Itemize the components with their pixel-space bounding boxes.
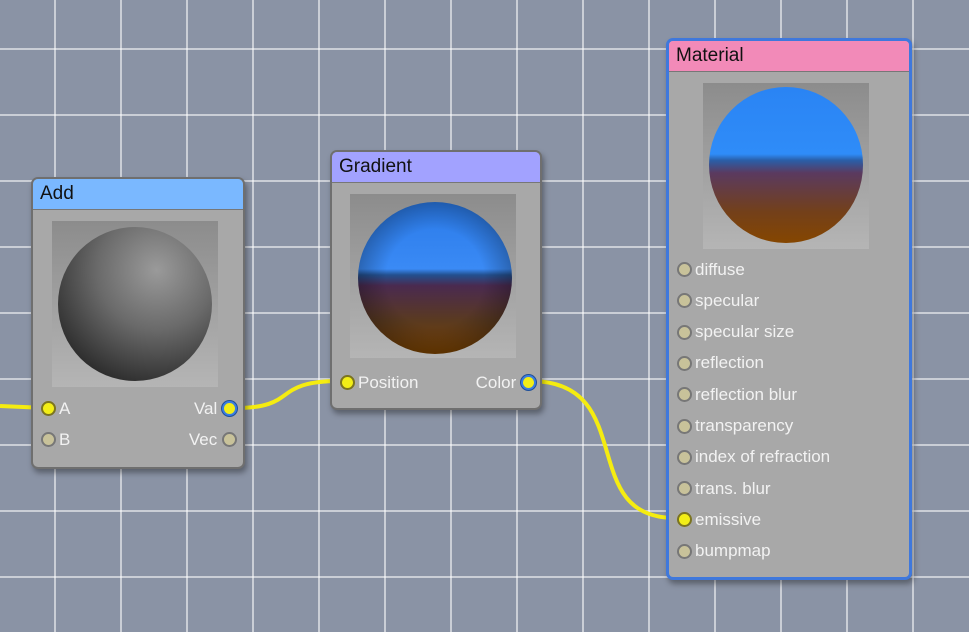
material-input-diffuse[interactable]: diffuse <box>677 259 745 283</box>
material-node-preview <box>703 83 869 249</box>
add-input-b-label: B <box>59 429 71 449</box>
gradient-node-preview <box>350 194 516 358</box>
material-preview-sphere <box>709 87 863 243</box>
material-input-label: reflection blur <box>695 384 798 404</box>
material-input-label: specular size <box>695 322 795 342</box>
material-input-trans-blur[interactable]: trans. blur <box>677 478 771 502</box>
material-input-specular-size[interactable]: specular size <box>677 322 794 346</box>
add-input-b[interactable]: B <box>41 429 70 453</box>
material-input-emissive[interactable]: emissive <box>677 509 761 533</box>
material-input-socket[interactable] <box>677 262 692 278</box>
material-node-title[interactable]: Material <box>669 41 909 72</box>
material-input-specular[interactable]: specular <box>677 290 759 314</box>
gradient-node-title[interactable]: Gradient <box>332 152 540 183</box>
material-input-label: diffuse <box>695 259 745 279</box>
material-input-label: reflection <box>695 353 764 373</box>
add-output-val[interactable]: Val <box>191 398 237 422</box>
material-input-label: bumpmap <box>695 541 771 561</box>
add-output-val-socket[interactable] <box>222 401 237 417</box>
wire-add-val-to-gradient-position[interactable] <box>234 379 341 410</box>
material-input-label: trans. blur <box>695 478 771 498</box>
add-input-b-socket[interactable] <box>41 432 56 448</box>
material-input-reflection-blur[interactable]: reflection blur <box>677 384 797 408</box>
material-input-reflection[interactable]: reflection <box>677 353 764 377</box>
add-input-a-socket[interactable] <box>41 401 56 417</box>
gradient-input-position[interactable]: Position <box>340 372 418 396</box>
material-input-socket[interactable] <box>677 387 692 403</box>
add-output-vec-socket[interactable] <box>222 432 237 448</box>
gradient-output-color[interactable]: Color <box>473 372 536 396</box>
add-input-a[interactable]: A <box>41 398 70 422</box>
gradient-input-position-label: Position <box>358 372 419 392</box>
gradient-node[interactable]: Gradient Position Color <box>330 150 542 410</box>
material-input-socket[interactable] <box>677 543 692 559</box>
gradient-output-color-label: Color <box>475 372 517 392</box>
material-input-bumpmap[interactable]: bumpmap <box>677 541 771 565</box>
add-preview-sphere <box>58 227 212 381</box>
add-output-vec-label: Vec <box>188 429 218 449</box>
material-input-socket[interactable] <box>677 293 692 309</box>
gradient-preview-sphere <box>358 202 512 354</box>
material-input-socket[interactable] <box>677 418 692 434</box>
add-node-title[interactable]: Add <box>33 179 243 210</box>
material-node[interactable]: Material diffuse specular specular size ref… <box>666 38 912 580</box>
material-input-label: index of refraction <box>695 447 831 467</box>
material-input-socket[interactable] <box>677 324 692 340</box>
add-output-val-label: Val <box>193 398 218 418</box>
material-input-socket[interactable] <box>677 481 692 497</box>
add-node[interactable]: Add A B Val Vec <box>31 177 245 469</box>
add-output-vec[interactable]: Vec <box>186 429 237 453</box>
add-node-preview <box>52 221 218 387</box>
material-input-transparency[interactable]: transparency <box>677 416 793 440</box>
gradient-output-color-socket[interactable] <box>521 375 536 391</box>
material-input-socket[interactable] <box>677 449 692 465</box>
material-input-socket[interactable] <box>677 355 692 371</box>
material-input-label: emissive <box>695 509 762 529</box>
material-input-label: transparency <box>695 416 794 436</box>
wire-gradient-color-to-material-emissive[interactable] <box>529 379 676 520</box>
material-input-socket[interactable] <box>677 512 692 528</box>
material-input-index-of-refraction[interactable]: index of refraction <box>677 447 830 471</box>
add-input-a-label: A <box>59 398 71 418</box>
material-input-label: specular <box>695 290 760 310</box>
gradient-input-position-socket[interactable] <box>340 375 355 391</box>
